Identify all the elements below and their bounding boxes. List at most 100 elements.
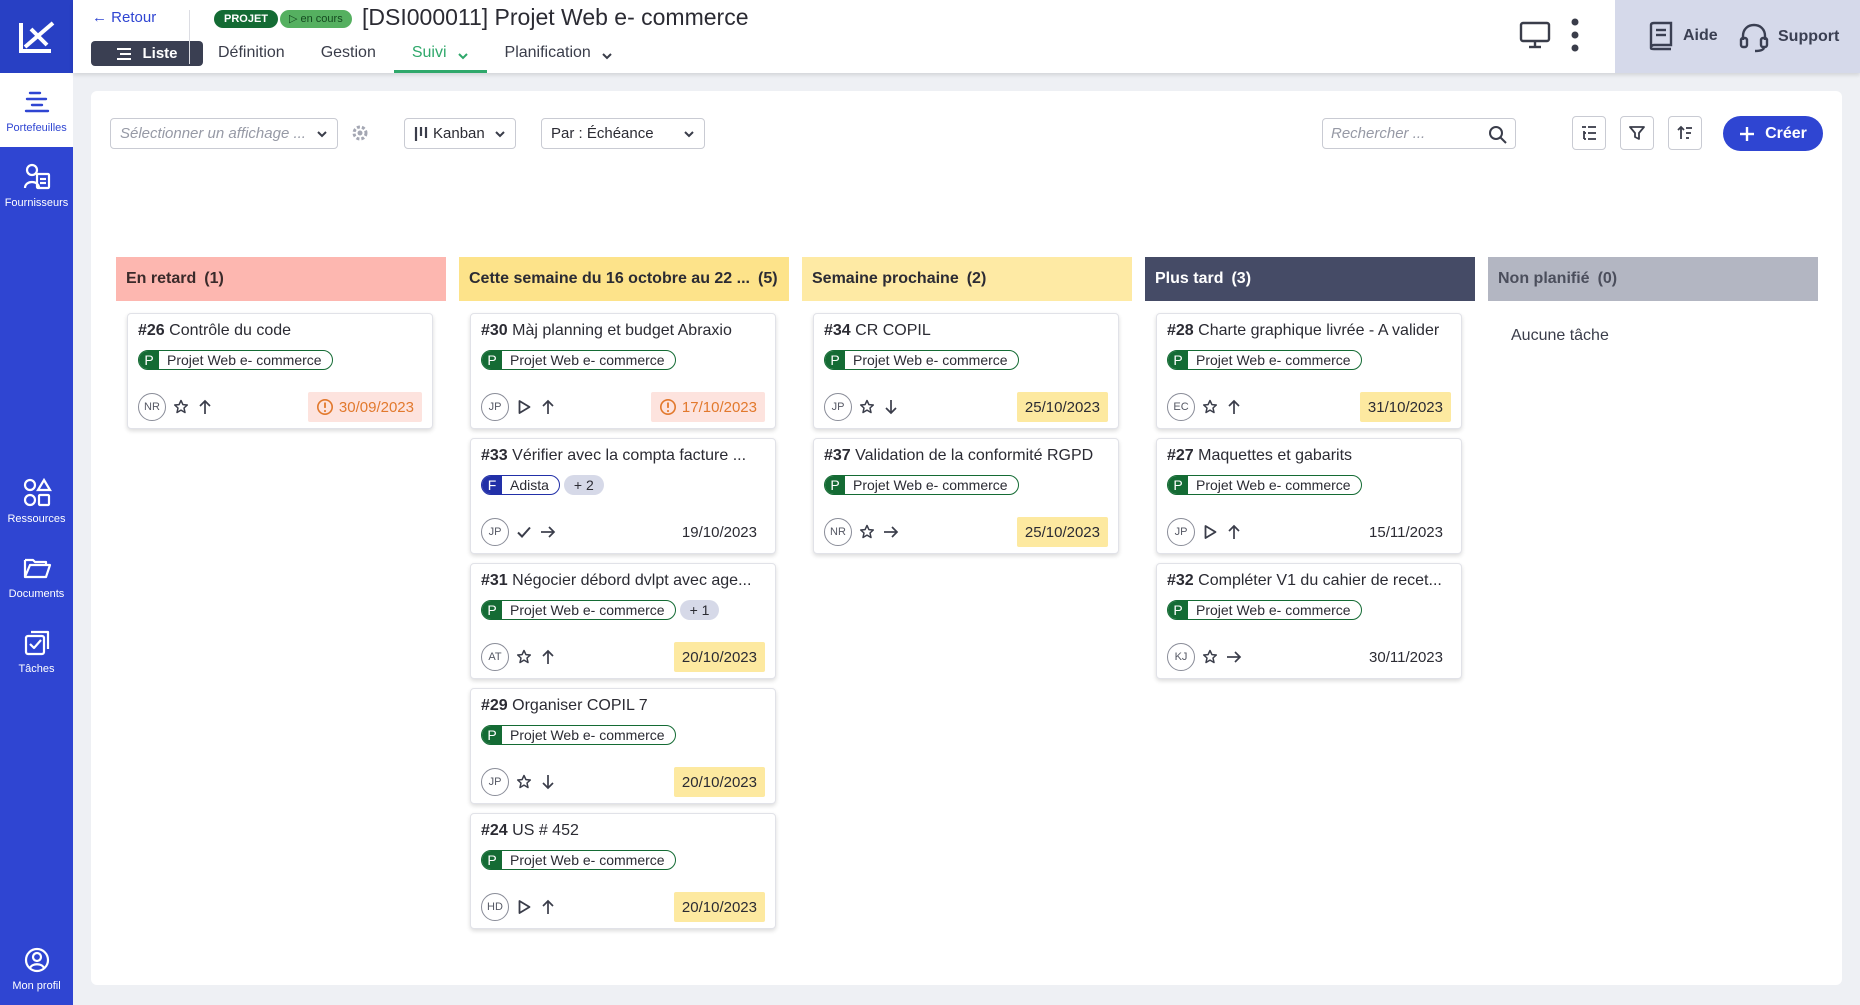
search-input[interactable] [1331,125,1481,142]
project-tag[interactable]: P Projet Web e- commerce [481,350,676,370]
project-tag[interactable]: P Projet Web e- commerce [1167,475,1362,495]
app-logo[interactable] [0,0,73,73]
group-by-select[interactable]: Par : Échéance [541,118,705,149]
back-label: Retour [111,9,157,26]
project-tag[interactable]: P Projet Web e- commerce [481,850,676,870]
star-icon[interactable] [515,773,533,791]
star-icon[interactable] [858,398,876,416]
tab-suivi[interactable]: Suivi [393,40,487,73]
sort-button[interactable] [1668,116,1702,150]
project-tag[interactable]: P Projet Web e- commerce [1167,350,1362,370]
project-tag[interactable]: F Adista [481,475,560,495]
task-card[interactable]: #29 Organiser COPIL 7 P Projet Web e- comm… [470,688,776,804]
back-link[interactable]: ← Retour [92,9,156,26]
project-tag[interactable]: P Projet Web e- commerce [138,350,333,370]
avatar[interactable]: HD [481,893,509,921]
tab-planification[interactable]: Planification [487,40,631,73]
star-icon[interactable] [1201,648,1219,666]
star-icon[interactable] [172,398,190,416]
arrow-left-icon: ← [92,9,107,26]
due-date: 17/10/2023 [650,392,765,422]
project-tag[interactable]: P Projet Web e- commerce [481,600,676,620]
list-label: Liste [142,45,178,62]
list-options-button[interactable] [1572,116,1606,150]
play-icon[interactable] [515,898,533,916]
tab-gestion[interactable]: Gestion [303,40,394,73]
task-card[interactable]: #37 Validation de la conformité RGPD P Pro… [813,438,1119,554]
due-date: 20/10/2023 [673,642,765,672]
display-settings-button[interactable] [351,124,369,147]
due-date: 20/10/2023 [673,892,765,922]
sidebar-item-label: Tâches [18,662,55,675]
task-card[interactable]: #24 US # 452 P Projet Web e- commerce HD 20/… [470,813,776,929]
task-card[interactable]: #28 Charte graphique livrée - A valider P… [1156,313,1462,429]
avatar[interactable]: NR [138,393,166,421]
task-name: Négocier débord dvlpt avec age... [512,572,752,589]
task-card[interactable]: #26 Contrôle du code P Projet Web e- comme… [127,313,433,429]
avatar[interactable]: JP [481,768,509,796]
sidebar-item-documents[interactable]: Documents [0,539,73,613]
project-tag[interactable]: P Projet Web e- commerce [824,475,1019,495]
filter-button[interactable] [1620,116,1654,150]
tab-label: Suivi [411,44,447,61]
column-header[interactable]: Non planifié (0) [1488,257,1818,301]
task-card[interactable]: #30 Màj planning et budget Abraxio P Proje… [470,313,776,429]
avatar[interactable]: JP [824,393,852,421]
sidebar-item-profil[interactable]: Mon profil [0,931,73,1005]
avatar[interactable]: NR [824,518,852,546]
star-icon[interactable] [1201,398,1219,416]
avatar[interactable]: KJ [1167,643,1195,671]
avatar[interactable]: JP [481,393,509,421]
avatar[interactable]: EC [1167,393,1195,421]
kanban-column: Plus tard (3) #28 Charte graphique livrée … [1145,257,1475,700]
create-button[interactable]: Créer [1723,116,1823,151]
task-tags: P Projet Web e- commerce [481,350,676,370]
help-button[interactable]: Aide [1647,21,1718,51]
sidebar-item-fournisseurs[interactable]: Fournisseurs [0,148,73,222]
task-card[interactable]: #33 Vérifier avec la compta facture ... F… [470,438,776,554]
support-button[interactable]: Support [1738,21,1839,53]
more-button[interactable] [1570,18,1580,57]
sidebar-item-taches[interactable]: Tâches [0,614,73,688]
task-card[interactable]: #27 Maquettes et gabarits P Projet Web e- … [1156,438,1462,554]
tag-label: Projet Web e- commerce [1196,477,1351,493]
star-icon[interactable] [515,648,533,666]
column-header[interactable]: En retard (1) [116,257,446,301]
project-tag[interactable]: P Projet Web e- commerce [481,725,676,745]
column-header[interactable]: Cette semaine du 16 octobre au 22 ... (5) [459,257,789,301]
tab-definition[interactable]: Définition [200,40,303,73]
sidebar-item-portefeuilles[interactable]: Portefeuilles [0,73,73,147]
column-header[interactable]: Semaine prochaine (2) [802,257,1132,301]
display-button[interactable] [1519,20,1551,55]
column-header[interactable]: Plus tard (3) [1145,257,1475,301]
check-icon[interactable] [515,523,533,541]
task-card[interactable]: #34 CR COPIL P Projet Web e- commerce JP 25/… [813,313,1119,429]
chevron-down-icon [684,131,694,138]
star-icon[interactable] [858,523,876,541]
task-name: US # 452 [512,822,579,839]
task-card[interactable]: #31 Négocier débord dvlpt avec age... P Pr… [470,563,776,679]
play-icon[interactable] [515,398,533,416]
arrow-up-icon [539,398,557,416]
due-date-value: 31/10/2023 [1367,398,1443,416]
avatar[interactable]: JP [481,518,509,546]
due-date-value: 17/10/2023 [681,398,757,416]
play-icon[interactable] [1201,523,1219,541]
task-number: #30 [481,322,508,339]
more-tags-badge[interactable]: + 1 [679,600,720,620]
display-select[interactable]: Sélectionner un affichage ... [110,118,338,149]
sidebar-item-ressources[interactable]: Ressources [0,464,73,538]
search-icon[interactable] [1488,125,1507,144]
task-card[interactable]: #32 Compléter V1 du cahier de recet... P P… [1156,563,1462,679]
project-tag[interactable]: P Projet Web e- commerce [824,350,1019,370]
tab-label: Gestion [320,44,376,61]
more-tags-badge[interactable]: + 2 [563,475,604,495]
list-button[interactable]: Liste [91,41,203,66]
project-tag[interactable]: P Projet Web e- commerce [1167,600,1362,620]
task-number: #28 [1167,322,1194,339]
avatar[interactable]: AT [481,643,509,671]
view-select[interactable]: Kanban [404,118,516,149]
folder-icon [23,558,51,578]
task-title: #24 US # 452 [481,822,763,840]
avatar[interactable]: JP [1167,518,1195,546]
